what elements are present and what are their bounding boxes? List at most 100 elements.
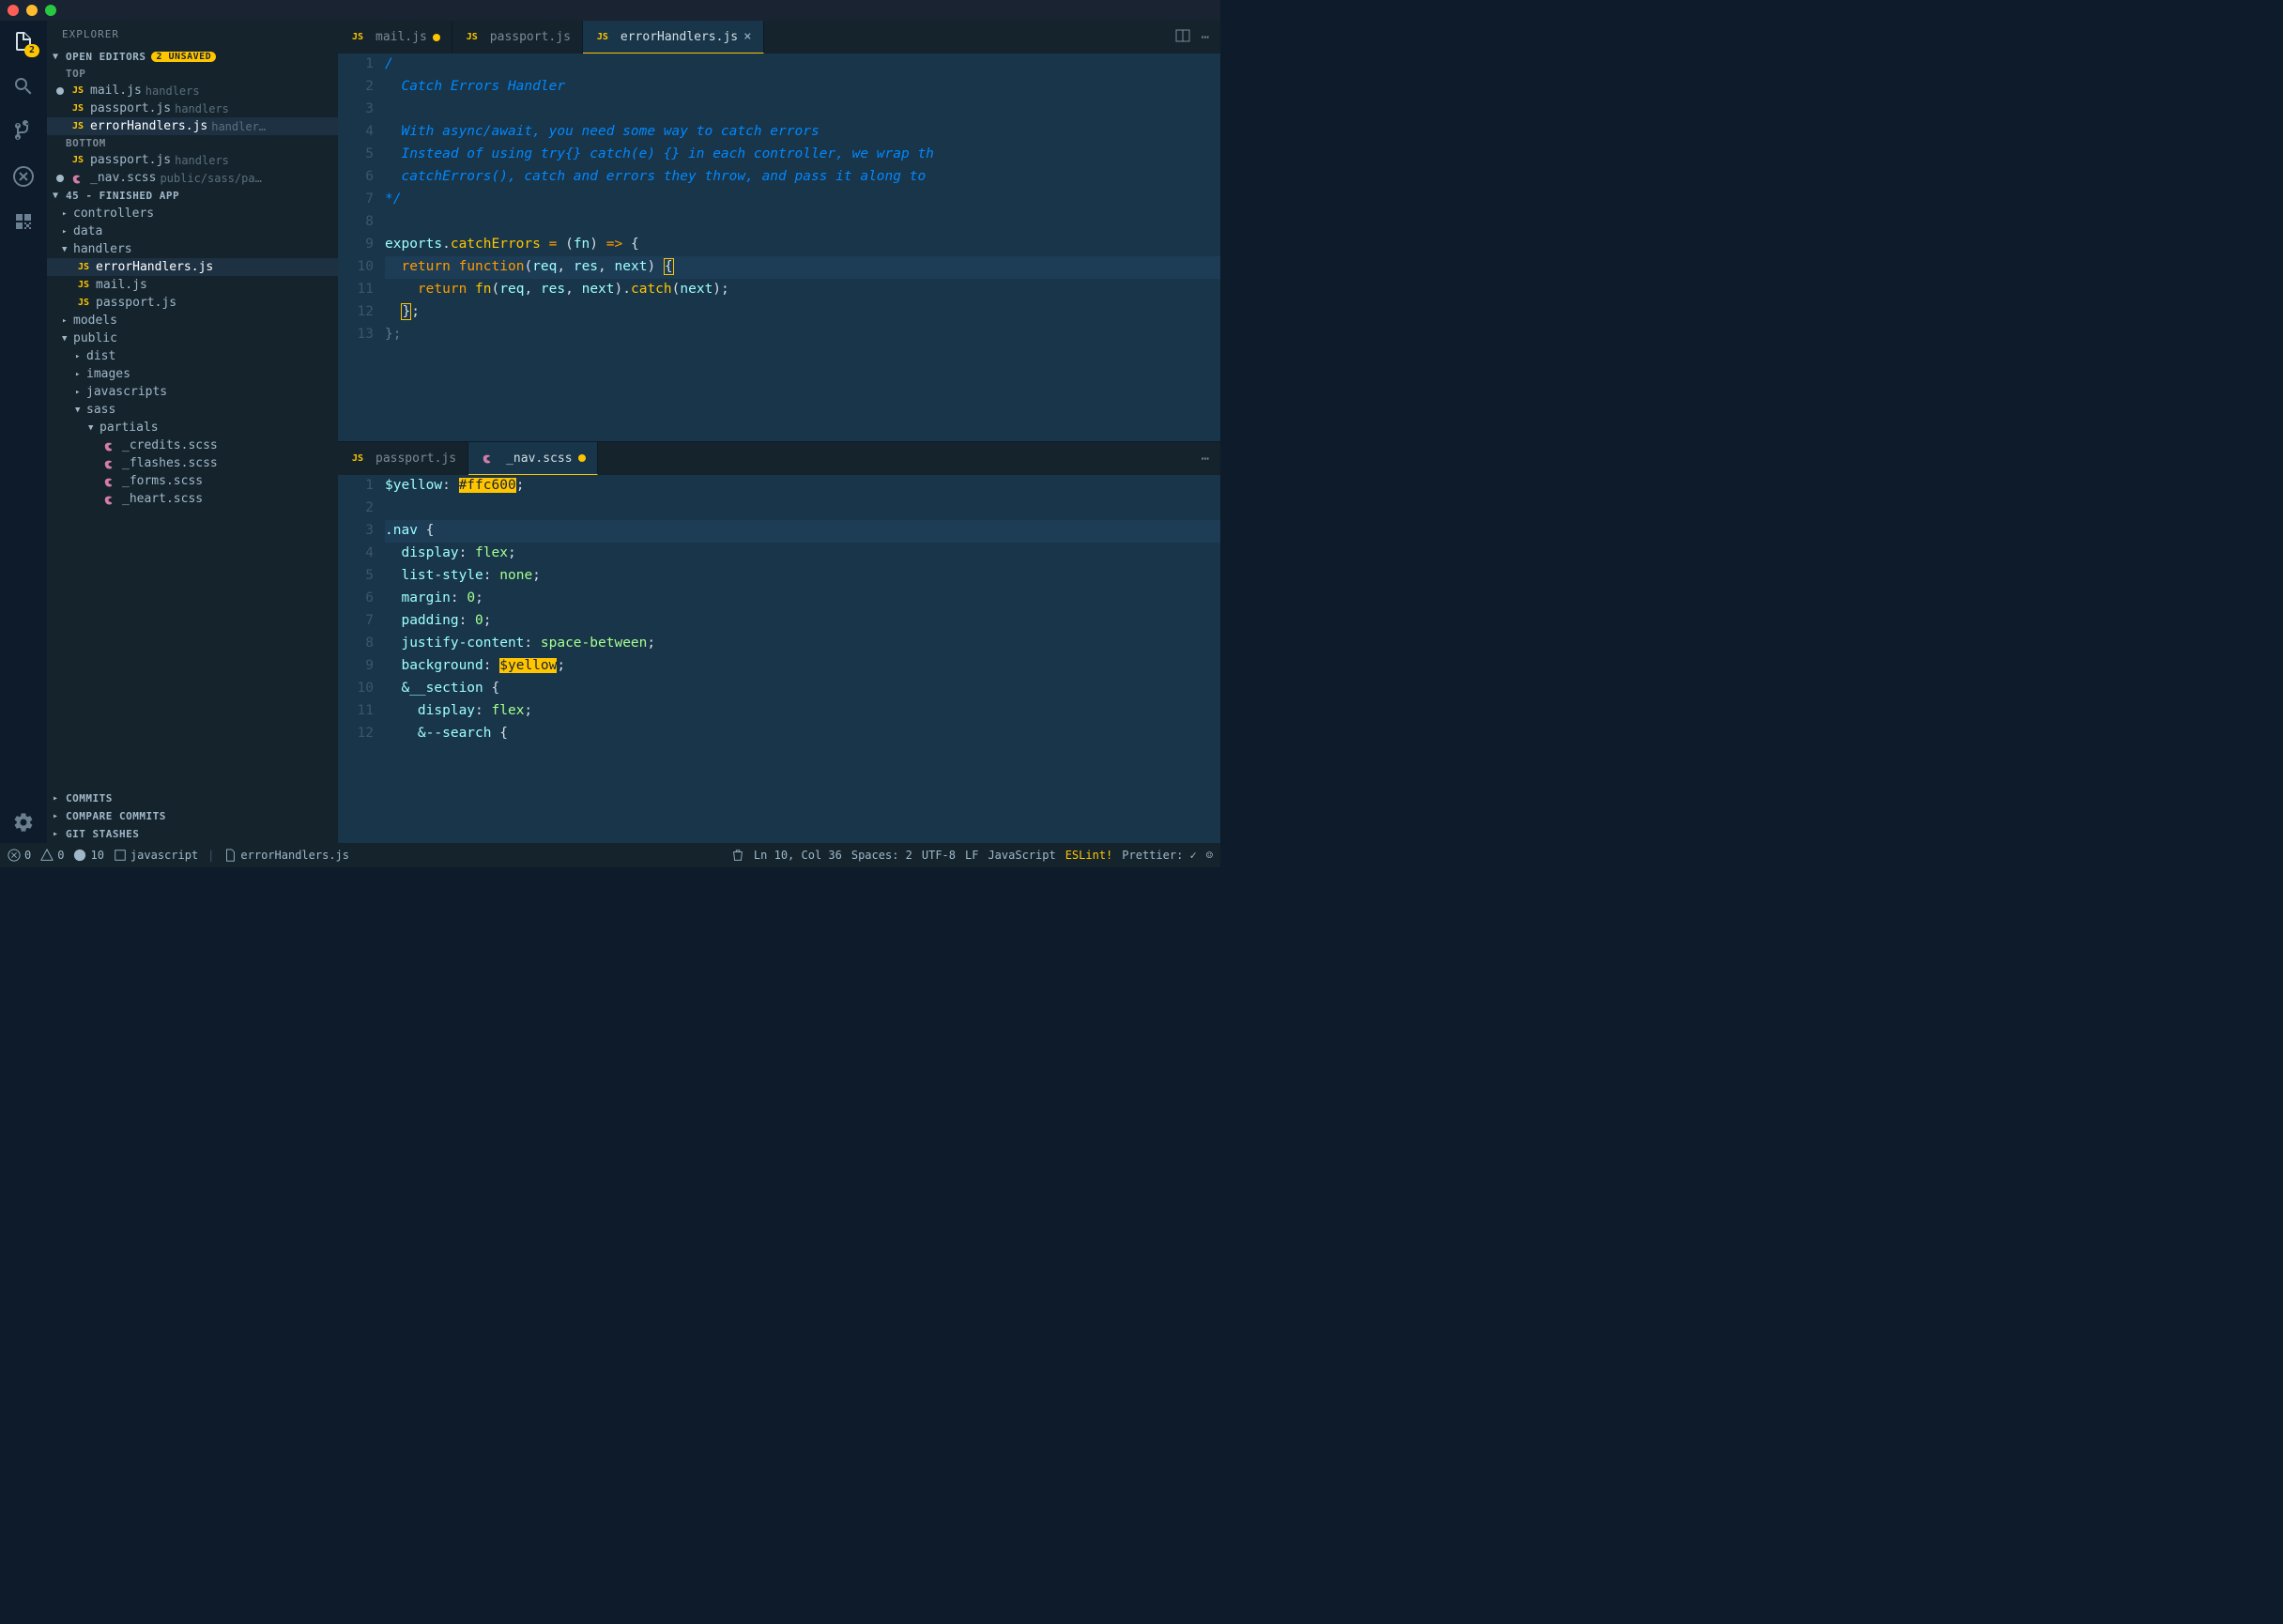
- folder-item[interactable]: ▸dist: [47, 347, 338, 365]
- status-language[interactable]: JavaScript: [988, 849, 1055, 862]
- open-editor-item[interactable]: JSmail.jshandlers: [47, 82, 338, 100]
- file-name: errorHandlers.js: [96, 260, 213, 274]
- file-name: passport.js: [96, 296, 176, 310]
- dirty-dot-icon: [56, 87, 64, 95]
- code-line[interactable]: Catch Errors Handler: [385, 76, 1220, 99]
- code-line[interactable]: display: flex;: [385, 543, 1220, 565]
- folder-item[interactable]: ▸controllers: [47, 205, 338, 222]
- scss-icon: [101, 458, 118, 469]
- more-icon[interactable]: ⋯: [1202, 30, 1209, 45]
- sidebar: EXPLORER ▼ OPEN EDITORS 2 UNSAVED TOPJSm…: [47, 21, 338, 843]
- file-item[interactable]: _heart.scss: [47, 490, 338, 508]
- status-lang-file[interactable]: javascript: [114, 849, 198, 862]
- search-icon[interactable]: [10, 73, 37, 100]
- folder-item[interactable]: ▸images: [47, 365, 338, 383]
- minimize-window[interactable]: [26, 5, 38, 16]
- maximize-window[interactable]: [45, 5, 56, 16]
- editor-tab[interactable]: JSmail.js: [338, 21, 452, 54]
- code-line[interactable]: };: [385, 301, 1220, 324]
- editor-tab[interactable]: JSpassport.js: [338, 442, 468, 475]
- more-icon[interactable]: ⋯: [1202, 452, 1209, 467]
- code-line[interactable]: */: [385, 189, 1220, 211]
- code-line[interactable]: catchErrors(), catch and errors they thr…: [385, 166, 1220, 189]
- editor-tab[interactable]: JSerrorHandlers.js×: [583, 21, 764, 54]
- open-editor-item[interactable]: JSerrorHandlers.jshandler…: [47, 117, 338, 135]
- code-line[interactable]: $yellow: #ffc600;: [385, 475, 1220, 498]
- code-area-top[interactable]: 12345678910111213 / Catch Errors Handler…: [338, 54, 1220, 441]
- folder-item[interactable]: ▼public: [47, 329, 338, 347]
- file-item[interactable]: JSmail.js: [47, 276, 338, 294]
- folder-item[interactable]: ▼sass: [47, 401, 338, 419]
- folder-name: javascripts: [86, 385, 167, 399]
- code[interactable]: / Catch Errors Handler With async/await,…: [385, 54, 1220, 441]
- code-line[interactable]: margin: 0;: [385, 588, 1220, 610]
- extensions-icon[interactable]: [10, 208, 37, 235]
- code-line[interactable]: /: [385, 54, 1220, 76]
- open-editor-item[interactable]: JSpassport.jshandlers: [47, 151, 338, 169]
- status-eol[interactable]: LF: [965, 849, 978, 862]
- status-eslint[interactable]: ESLint!: [1065, 849, 1113, 862]
- status-file[interactable]: errorHandlers.js: [223, 849, 349, 862]
- code-line[interactable]: Instead of using try{} catch(e) {} in ea…: [385, 144, 1220, 166]
- status-info[interactable]: 10: [73, 849, 103, 862]
- explorer-icon[interactable]: 2: [10, 28, 37, 54]
- editor-tab[interactable]: JSpassport.js: [452, 21, 583, 54]
- file-item[interactable]: JSerrorHandlers.js: [47, 258, 338, 276]
- status-position[interactable]: Ln 10, Col 36: [754, 849, 842, 862]
- code-line[interactable]: [385, 99, 1220, 121]
- code-line[interactable]: exports.catchErrors = (fn) => {: [385, 234, 1220, 256]
- folder-item[interactable]: ▸data: [47, 222, 338, 240]
- code-line[interactable]: };: [385, 324, 1220, 346]
- code-line[interactable]: [385, 211, 1220, 234]
- code-line[interactable]: display: flex;: [385, 700, 1220, 723]
- status-prettier[interactable]: Prettier: ✓: [1122, 849, 1196, 862]
- file-name: mail.js: [90, 84, 142, 98]
- open-editor-item[interactable]: JSpassport.jshandlers: [47, 100, 338, 117]
- project-header[interactable]: ▼ 45 - FINISHED APP: [47, 187, 338, 205]
- folder-item[interactable]: ▸javascripts: [47, 383, 338, 401]
- file-item[interactable]: _credits.scss: [47, 437, 338, 454]
- tabs-actions: ⋯: [1164, 21, 1220, 54]
- panel-header[interactable]: ▸GIT STASHES: [47, 825, 338, 843]
- code-line[interactable]: [385, 498, 1220, 520]
- code-area-bottom[interactable]: 123456789101112 $yellow: #ffc600; .nav {…: [338, 475, 1220, 843]
- status-encoding[interactable]: UTF-8: [922, 849, 956, 862]
- file-item[interactable]: JSpassport.js: [47, 294, 338, 312]
- code-line[interactable]: .nav {: [385, 520, 1220, 543]
- code-line[interactable]: background: $yellow;: [385, 655, 1220, 678]
- code-line[interactable]: return function(req, res, next) {: [385, 256, 1220, 279]
- sidebar-title: EXPLORER: [47, 21, 338, 48]
- folder-item[interactable]: ▸models: [47, 312, 338, 329]
- settings-icon[interactable]: [10, 809, 37, 835]
- open-editor-item[interactable]: _nav.scsspublic/sass/pa…: [47, 169, 338, 187]
- split-editor-icon[interactable]: [1175, 28, 1190, 47]
- status-feedback-icon[interactable]: ☺: [1206, 849, 1213, 862]
- chevron-right-icon: ▸: [53, 811, 66, 821]
- folder-item[interactable]: ▼partials: [47, 419, 338, 437]
- file-item[interactable]: _forms.scss: [47, 472, 338, 490]
- status-errors[interactable]: 0: [8, 849, 31, 862]
- code-line[interactable]: &__section {: [385, 678, 1220, 700]
- code-line[interactable]: return fn(req, res, next).catch(next);: [385, 279, 1220, 301]
- folder-item[interactable]: ▼handlers: [47, 240, 338, 258]
- open-editors-header[interactable]: ▼ OPEN EDITORS 2 UNSAVED: [47, 48, 338, 66]
- code-line[interactable]: &--search {: [385, 723, 1220, 745]
- code-line[interactable]: With async/await, you need some way to c…: [385, 121, 1220, 144]
- close-window[interactable]: [8, 5, 19, 16]
- status-spaces[interactable]: Spaces: 2: [851, 849, 912, 862]
- editor-area: JSmail.jsJSpassport.jsJSerrorHandlers.js…: [338, 21, 1220, 843]
- code-line[interactable]: justify-content: space-between;: [385, 633, 1220, 655]
- panel-header[interactable]: ▸COMMITS: [47, 789, 338, 807]
- status-warnings[interactable]: 0: [40, 849, 64, 862]
- file-item[interactable]: _flashes.scss: [47, 454, 338, 472]
- code[interactable]: $yellow: #ffc600; .nav { display: flex; …: [385, 475, 1220, 843]
- chevron-down-icon: ▼: [53, 52, 66, 62]
- code-line[interactable]: padding: 0;: [385, 610, 1220, 633]
- debug-icon[interactable]: [10, 163, 37, 190]
- status-trash-icon[interactable]: [731, 849, 744, 862]
- editor-tab[interactable]: _nav.scss: [468, 442, 597, 475]
- source-control-icon[interactable]: [10, 118, 37, 145]
- close-icon[interactable]: ×: [743, 29, 751, 44]
- code-line[interactable]: list-style: none;: [385, 565, 1220, 588]
- panel-header[interactable]: ▸COMPARE COMMITS: [47, 807, 338, 825]
